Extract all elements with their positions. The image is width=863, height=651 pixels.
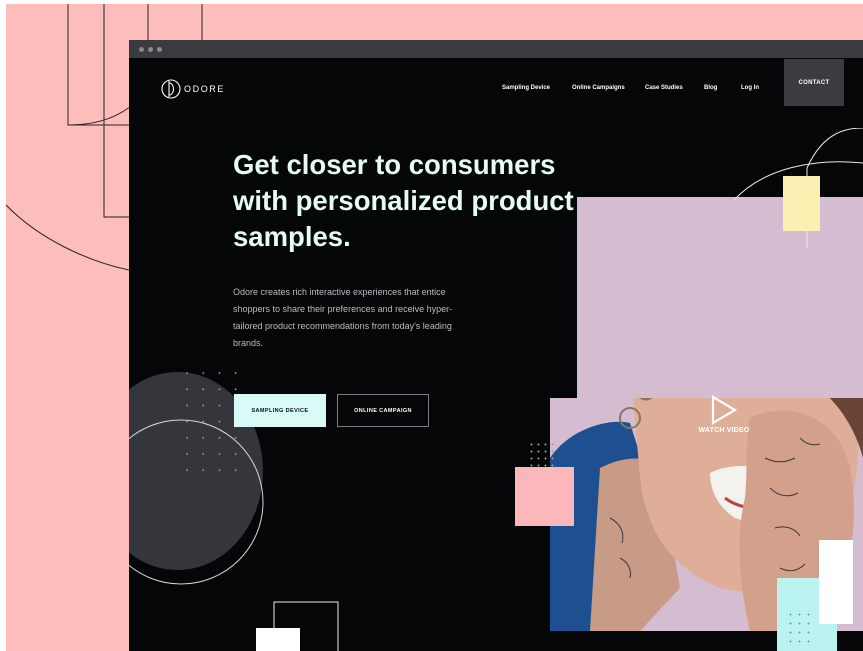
nav-online-campaigns[interactable]: Online Campaigns [572,85,625,91]
window-dot-icon[interactable] [139,47,144,52]
hero-description: Odore creates rich interactive experienc… [233,287,453,348]
browser-window: WATCH VIDEO ODORE Sampling Device Online… [129,40,863,651]
nav-sampling-device[interactable]: Sampling Device [502,85,550,91]
nav-log-in[interactable]: Log In [741,85,759,91]
dot-grid-mint [786,610,816,645]
brand-name: ODORE [184,84,226,94]
watch-video-button[interactable]: WATCH VIDEO [694,395,754,434]
window-dot-icon[interactable] [148,47,153,52]
online-campaign-button[interactable]: ONLINE CAMPAIGN [337,394,429,427]
brand-logo[interactable]: ODORE [160,78,225,100]
decorative-pink-square [515,467,574,526]
logo-mark-icon [161,79,181,99]
watch-video-label: WATCH VIDEO [698,427,750,434]
hero-headline: Get closer to consumers with personalize… [233,149,574,252]
nav-case-studies[interactable]: Case Studies [645,85,683,91]
nav-blog[interactable]: Blog [704,85,717,91]
window-dot-icon[interactable] [157,47,162,52]
contact-button[interactable]: CONTACT [784,59,844,106]
sampling-device-button[interactable]: SAMPLING DEVICE [234,394,326,427]
decorative-white-rect [819,540,853,624]
decorative-white-rect-bottom [256,628,300,651]
play-icon [711,395,738,425]
browser-title-bar [129,40,863,58]
decorative-cream-rect [783,176,820,231]
